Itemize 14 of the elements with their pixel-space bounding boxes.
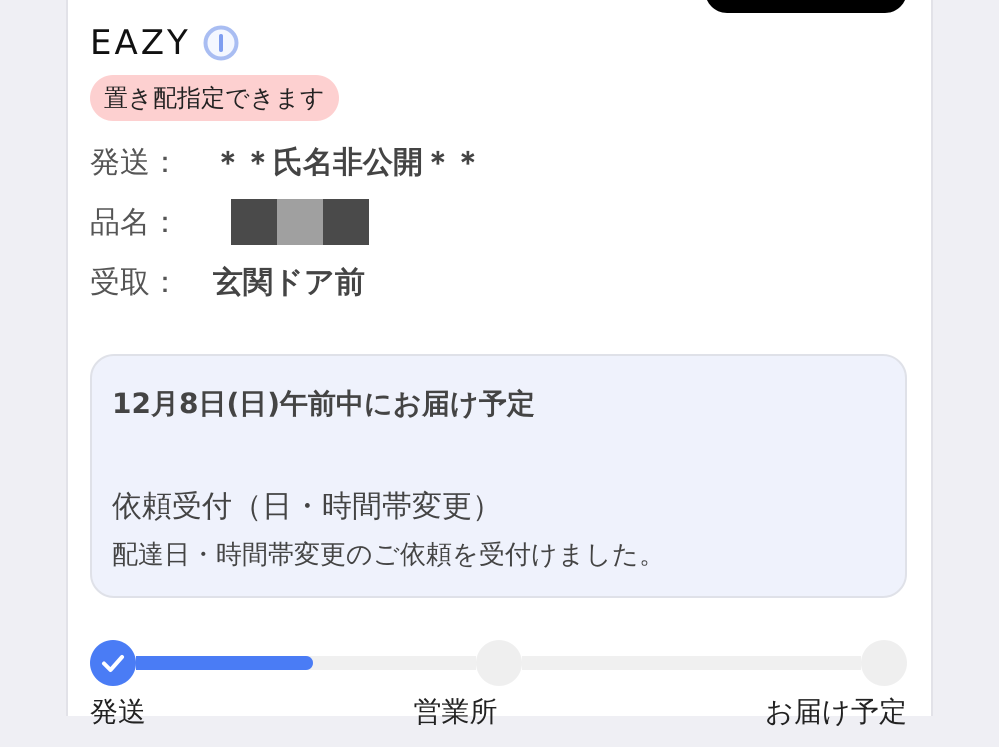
detail-value: 玄関ドア前 bbox=[213, 264, 365, 302]
step-label: 営業所 bbox=[414, 694, 498, 730]
detail-value: ＊＊氏名非公開＊＊ bbox=[213, 144, 483, 182]
status-message: 配達日・時間帯変更のご依頼を受付けました。 bbox=[112, 539, 666, 572]
info-icon[interactable] bbox=[202, 25, 239, 61]
delivery-schedule-text: 12月8日(日)午前中にお届け予定 bbox=[112, 386, 536, 422]
step-label: お届け予定 bbox=[765, 694, 907, 730]
detail-label: 受取： bbox=[90, 264, 181, 302]
logo-text: EAZY bbox=[90, 25, 191, 61]
detail-label: 品名： bbox=[90, 204, 181, 242]
step-label: 発送 bbox=[90, 694, 146, 730]
status-title: 依頼受付（日・時間帯変更） bbox=[112, 488, 503, 526]
delivery-option-badge: 置き配指定できます bbox=[90, 75, 339, 121]
detail-label: 発送： bbox=[90, 144, 181, 182]
